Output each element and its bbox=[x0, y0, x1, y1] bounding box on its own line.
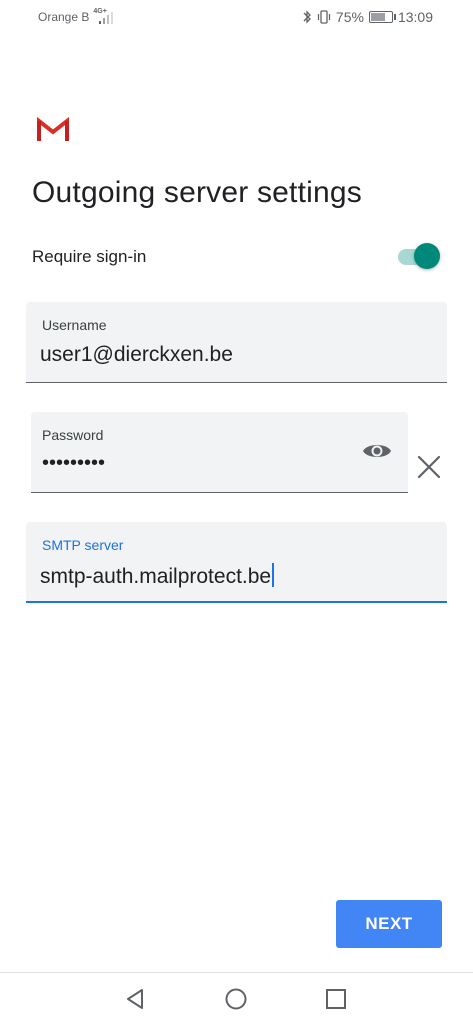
home-icon[interactable] bbox=[222, 985, 250, 1013]
bluetooth-icon bbox=[303, 10, 311, 24]
clock: 13:09 bbox=[397, 9, 433, 25]
status-bar: Orange B 4G+ 75% 13:09 bbox=[0, 0, 473, 34]
smtp-server-text: smtp-auth.mailprotect.be bbox=[40, 565, 272, 588]
username-field[interactable]: Username user1@dierckxen.be bbox=[26, 302, 447, 383]
status-right: 75% 13:09 bbox=[302, 9, 433, 25]
gmail-logo bbox=[37, 117, 69, 141]
smtp-server-value[interactable]: smtp-auth.mailprotect.be bbox=[40, 563, 275, 589]
password-field[interactable]: Password ••••••••• bbox=[31, 412, 408, 493]
next-button[interactable]: NEXT bbox=[336, 900, 442, 948]
page-title: Outgoing server settings bbox=[32, 176, 362, 209]
status-left: Orange B 4G+ bbox=[38, 8, 117, 24]
password-label: Password bbox=[42, 427, 104, 443]
text-cursor bbox=[272, 563, 275, 587]
eye-icon[interactable] bbox=[362, 440, 392, 462]
toggle-thumb bbox=[414, 243, 440, 269]
carrier-name: Orange B bbox=[38, 10, 90, 24]
username-value[interactable]: user1@dierckxen.be bbox=[40, 343, 233, 367]
signal-icon: 4G+ bbox=[93, 8, 117, 24]
username-label: Username bbox=[42, 317, 107, 333]
battery-fill bbox=[370, 13, 385, 21]
require-signin-row: Require sign-in bbox=[32, 242, 440, 272]
smtp-server-field[interactable]: SMTP server smtp-auth.mailprotect.be bbox=[26, 522, 447, 603]
vibrate-icon bbox=[317, 10, 331, 24]
navigation-bar bbox=[0, 972, 473, 1025]
recents-icon[interactable] bbox=[322, 985, 350, 1013]
smtp-server-label: SMTP server bbox=[42, 537, 124, 553]
require-signin-label: Require sign-in bbox=[32, 247, 147, 266]
battery-icon bbox=[368, 11, 396, 23]
back-icon[interactable] bbox=[122, 985, 150, 1013]
close-icon[interactable] bbox=[416, 454, 442, 480]
require-signin-toggle[interactable] bbox=[396, 242, 440, 272]
battery-percent: 75% bbox=[335, 9, 364, 25]
password-value[interactable]: ••••••••• bbox=[42, 452, 105, 475]
